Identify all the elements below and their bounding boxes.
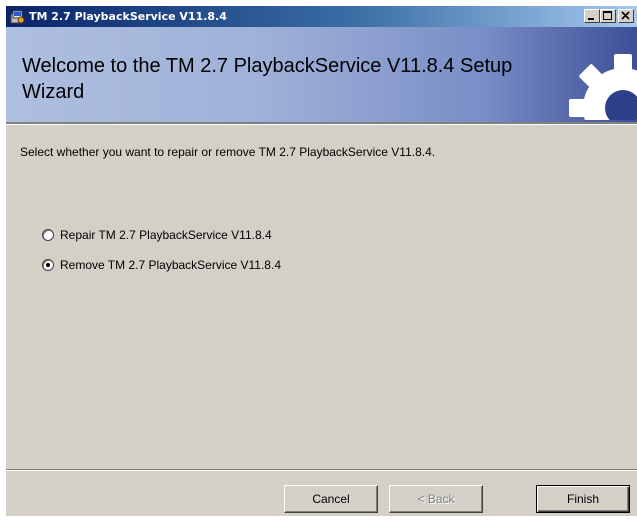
close-button[interactable]: [618, 9, 634, 23]
maximize-button[interactable]: [600, 9, 616, 23]
footer-divider: [6, 469, 637, 471]
instruction-text: Select whether you want to repair or rem…: [20, 145, 436, 159]
remove-option[interactable]: Remove TM 2.7 PlaybackService V11.8.4: [42, 257, 281, 273]
minimize-button[interactable]: [584, 9, 600, 23]
installer-icon: [10, 9, 25, 24]
remove-radio[interactable]: [42, 259, 54, 271]
window-title: TM 2.7 PlaybackService V11.8.4: [29, 10, 227, 23]
gear-icon: [533, 32, 637, 120]
finish-button[interactable]: Finish: [536, 485, 630, 513]
header-divider: [6, 122, 637, 125]
maximize-icon: [603, 11, 612, 20]
minimize-icon: [588, 18, 594, 20]
radio-selected-dot: [46, 263, 50, 267]
repair-radio[interactable]: [42, 229, 54, 241]
repair-option-label[interactable]: Repair TM 2.7 PlaybackService V11.8.4: [60, 228, 272, 242]
wizard-title: Welcome to the TM 2.7 PlaybackService V1…: [22, 55, 513, 103]
repair-option[interactable]: Repair TM 2.7 PlaybackService V11.8.4: [42, 227, 272, 243]
close-icon: [621, 11, 630, 20]
title-bar[interactable]: TM 2.7 PlaybackService V11.8.4: [6, 6, 637, 27]
back-button[interactable]: < Back: [389, 485, 483, 513]
remove-option-label[interactable]: Remove TM 2.7 PlaybackService V11.8.4: [60, 258, 281, 272]
wizard-header: Welcome to the TM 2.7 PlaybackService V1…: [6, 27, 637, 122]
cancel-button[interactable]: Cancel: [284, 485, 378, 513]
setup-wizard-window: TM 2.7 PlaybackService V11.8.4 Welcome t…: [5, 5, 637, 516]
